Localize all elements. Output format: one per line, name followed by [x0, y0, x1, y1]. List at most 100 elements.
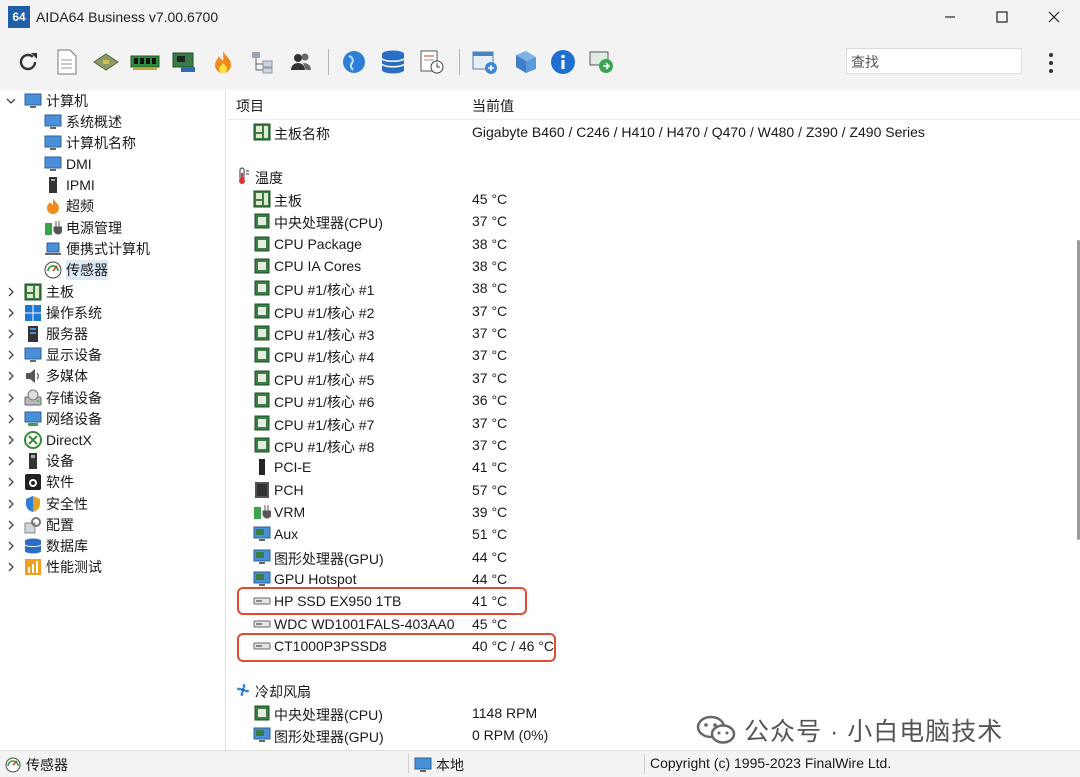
table-row[interactable]: CPU #1/核心 #7 37 °C: [228, 412, 1063, 434]
tree-item-computer[interactable]: 计算机: [4, 90, 88, 111]
tree-item-storage[interactable]: 存储设备: [4, 387, 102, 408]
table-row[interactable]: 图形处理器(GPU) 44 °C: [228, 546, 1063, 568]
security-shield-icon: [24, 495, 42, 513]
table-row[interactable]: 主板名称 Gigabyte B460 / C246 / H410 / H470 /…: [228, 121, 1063, 143]
chevron-right-icon[interactable]: [4, 541, 18, 551]
tree-item-computer-name[interactable]: 计算机名称: [44, 132, 136, 153]
table-row[interactable]: CPU #1/核心 #3 37 °C: [228, 322, 1063, 344]
table-row[interactable]: CPU #1/核心 #8 37 °C: [228, 434, 1063, 456]
tree-item-dmi[interactable]: DMI: [44, 153, 92, 174]
tree-item-label: 配置: [46, 516, 74, 533]
remote-monitor-icon[interactable]: [586, 46, 618, 78]
bios-update-icon[interactable]: [469, 46, 501, 78]
table-row[interactable]: CPU #1/核心 #1 38 °C: [228, 277, 1063, 299]
database-icon[interactable]: [377, 46, 409, 78]
row-label: 中央处理器(CPU): [274, 707, 383, 723]
motherboard-icon[interactable]: [168, 46, 200, 78]
chevron-right-icon[interactable]: [4, 499, 18, 509]
row-label: VRM: [274, 503, 306, 520]
chevron-right-icon[interactable]: [4, 287, 18, 297]
tree-item-display[interactable]: 显示设备: [4, 345, 102, 366]
schedule-report-icon[interactable]: [416, 46, 448, 78]
server-icon: [24, 325, 42, 343]
table-row[interactable]: 中央处理器(CPU) 37 °C: [228, 210, 1063, 232]
table-row[interactable]: 主板 45 °C: [228, 188, 1063, 210]
chevron-right-icon[interactable]: [4, 329, 18, 339]
row-value: 38 °C: [472, 235, 508, 252]
tree-item-summary[interactable]: 系统概述: [44, 111, 122, 132]
table-row[interactable]: PCH 57 °C: [228, 479, 1063, 501]
status-bar: 传感器 本地 Copyright (c) 1995-2023 FinalWire…: [0, 750, 1080, 777]
memory-icon[interactable]: [129, 46, 161, 78]
minimize-button[interactable]: [924, 0, 976, 34]
xbox-icon: [24, 430, 42, 449]
table-row[interactable]: VRM 39 °C: [228, 501, 1063, 523]
search-input[interactable]: 查找: [846, 48, 1022, 74]
tree-item-directx[interactable]: DirectX: [4, 429, 92, 450]
tree-item-os[interactable]: 操作系统: [4, 302, 102, 323]
tree-item-devices[interactable]: 设备: [4, 451, 74, 472]
table-row[interactable]: Aux 51 °C: [228, 523, 1063, 545]
chevron-right-icon[interactable]: [4, 477, 18, 487]
column-header-value[interactable]: 当前值: [472, 96, 514, 116]
gpu-icon: [253, 548, 271, 566]
chevron-right-icon[interactable]: [4, 456, 18, 466]
tree-item-config[interactable]: 配置: [4, 514, 74, 535]
chip-icon: [253, 704, 271, 722]
table-row[interactable]: WDC WD1001FALS-403AA0 45 °C: [228, 613, 1063, 635]
user-icon[interactable]: [285, 46, 317, 78]
gpu-icon: [253, 726, 271, 744]
tree-item-sensor[interactable]: 传感器: [44, 259, 108, 280]
tree-item-overclock[interactable]: 超频: [44, 196, 94, 217]
table-row[interactable]: CPU Package 38 °C: [228, 233, 1063, 255]
refresh-icon[interactable]: [12, 46, 44, 78]
overclock-flame-icon[interactable]: [207, 46, 239, 78]
tree-item-software[interactable]: 软件: [4, 472, 74, 493]
status-copyright: Copyright (c) 1995-2023 FinalWire Ltd.: [650, 755, 892, 771]
tree-item-security[interactable]: 安全性: [4, 493, 88, 514]
tree-item-label: DirectX: [46, 431, 92, 448]
chevron-right-icon[interactable]: [4, 414, 18, 424]
info-icon[interactable]: [547, 46, 579, 78]
cpu-icon[interactable]: [90, 46, 122, 78]
chevron-right-icon[interactable]: [4, 435, 18, 445]
table-row[interactable]: CPU #1/核心 #6 36 °C: [228, 389, 1063, 411]
report-icon[interactable]: [51, 46, 83, 78]
chevron-right-icon[interactable]: [4, 562, 18, 572]
windows-icon: [24, 304, 42, 322]
table-row[interactable]: PCI-E 41 °C: [228, 456, 1063, 478]
driver-update-icon[interactable]: [508, 46, 540, 78]
tree-item-server[interactable]: 服务器: [4, 323, 88, 344]
table-row[interactable]: CPU #1/核心 #4 37 °C: [228, 344, 1063, 366]
more-options-icon[interactable]: [1040, 50, 1062, 76]
tree-item-database[interactable]: 数据库: [4, 535, 88, 556]
tree-item-ipmi[interactable]: IPMI: [44, 175, 95, 196]
device-tree-icon[interactable]: [246, 46, 278, 78]
chevron-right-icon[interactable]: [4, 371, 18, 381]
section-header-temperature[interactable]: 温度: [228, 165, 1063, 187]
tree-item-network[interactable]: 网络设备: [4, 408, 102, 429]
tree-item-label: 传感器: [66, 259, 108, 280]
table-row[interactable]: CPU #1/核心 #5 37 °C: [228, 367, 1063, 389]
chevron-right-icon[interactable]: [4, 393, 18, 403]
tree-item-benchmark[interactable]: 性能测试: [4, 557, 102, 578]
tree-item-multimedia[interactable]: 多媒体: [4, 366, 88, 387]
column-header-item[interactable]: 项目: [236, 96, 264, 116]
table-row[interactable]: CPU IA Cores 38 °C: [228, 255, 1063, 277]
table-row[interactable]: CPU #1/核心 #2 37 °C: [228, 300, 1063, 322]
vrm-icon: [253, 503, 271, 521]
close-button[interactable]: [1028, 0, 1080, 34]
maximize-button[interactable]: [976, 0, 1028, 34]
section-header-cooling-fans[interactable]: 冷却风扇: [228, 679, 1063, 701]
tree-item-power[interactable]: 电源管理: [44, 217, 122, 238]
chevron-right-icon[interactable]: [4, 308, 18, 318]
chevron-down-icon[interactable]: [4, 96, 18, 106]
tree-item-portable[interactable]: 便携式计算机: [44, 238, 150, 259]
network-globe-icon[interactable]: [338, 46, 370, 78]
chevron-right-icon[interactable]: [4, 520, 18, 530]
toolbar-separator: [459, 49, 460, 75]
row-value: 44 °C: [472, 548, 508, 565]
tree-item-motherboard[interactable]: 主板: [4, 281, 74, 302]
chevron-right-icon[interactable]: [4, 350, 18, 360]
tree-item-label: 计算机: [46, 92, 88, 109]
